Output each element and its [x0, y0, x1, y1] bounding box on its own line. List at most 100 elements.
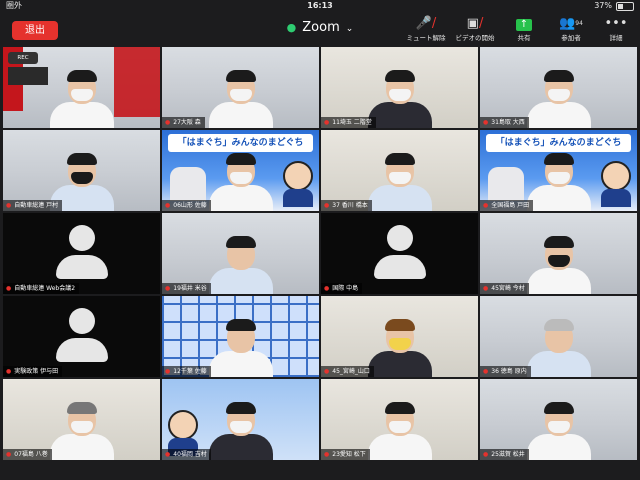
mic-muted-icon: ●: [165, 285, 171, 292]
participant-name: 19福井 米谷: [173, 285, 207, 292]
mic-off-icon: 🎤/: [415, 16, 437, 31]
video-tile[interactable]: ● 27大阪 森: [162, 47, 319, 128]
video-tile[interactable]: ● 25滋賀 松井: [480, 379, 637, 460]
mic-muted-icon: ●: [6, 285, 12, 292]
unmute-button[interactable]: 🎤/ ミュート解除: [400, 16, 452, 42]
unmute-label: ミュート解除: [406, 34, 446, 42]
more-label: 詳細: [609, 34, 623, 42]
start-video-button[interactable]: ▣/ ビデオの開始: [449, 16, 501, 42]
participant-name-tag: ● 実験政策 伊与田: [3, 366, 63, 377]
participant-name: 25滋賀 松井: [491, 451, 525, 458]
building-illustration: [170, 167, 206, 201]
participant-video: [208, 70, 273, 128]
participant-name-tag: ● 自動車総連 Web会議2: [3, 283, 80, 294]
video-off-icon: ▣/: [466, 16, 484, 31]
participant-name-tag: ● 37 香川 橋本: [321, 200, 372, 211]
participant-name: 31島取 大西: [491, 119, 525, 126]
participant-name: 11埼玉 二階堂: [332, 119, 372, 126]
video-tile[interactable]: ● 37 香川 橋本: [321, 130, 478, 211]
participant-name: 07福島 八巻: [14, 451, 48, 458]
video-tile[interactable]: ● 19福井 米谷: [162, 213, 319, 294]
participant-video: [49, 70, 114, 128]
participant-video: [526, 402, 591, 460]
participant-video: [367, 153, 432, 211]
participant-video: [526, 319, 591, 377]
video-tile[interactable]: REC: [3, 47, 160, 128]
video-tile[interactable]: ● 自動車総連 Web会議2: [3, 213, 160, 294]
participant-video: [526, 70, 591, 128]
participant-name: 36 徳島 原内: [491, 368, 527, 375]
share-screen-icon: ↑: [516, 19, 532, 31]
video-tile[interactable]: ● 45_宮崎_山口: [321, 296, 478, 377]
participant-video: [208, 402, 273, 460]
cartoon-character: [283, 161, 313, 207]
mic-muted-icon: ●: [324, 202, 330, 209]
share-button[interactable]: ↑ 共有: [498, 16, 550, 42]
video-tile[interactable]: ● 23愛知 松下: [321, 379, 478, 460]
participant-video: [208, 153, 273, 211]
participant-name: 45_宮崎_山口: [332, 368, 370, 375]
video-tile[interactable]: ● 31島取 大西: [480, 47, 637, 128]
mic-muted-icon: ●: [324, 285, 330, 292]
video-tile[interactable]: ● 40福岡 吉村: [162, 379, 319, 460]
participants-label: 参加者: [561, 34, 581, 42]
mic-muted-icon: ●: [165, 368, 171, 375]
participant-video: [49, 402, 114, 460]
status-bar: 圏外 16:13 37%: [0, 0, 640, 12]
start-video-label: ビデオの開始: [455, 34, 495, 42]
video-tile[interactable]: 「はまぐち」みんなのまどぐち ● 全国福島 戸田: [480, 130, 637, 211]
video-tile[interactable]: ● 45宮崎 今村: [480, 213, 637, 294]
mic-muted-icon: ●: [324, 119, 330, 126]
mic-muted-icon: ●: [6, 202, 12, 209]
participant-name-tag: ● 45_宮崎_山口: [321, 366, 374, 377]
participant-name: 37 香川 橋本: [332, 202, 368, 209]
meeting-top-bar: 退出 ● Zoom ⌄ 🎤/ ミュート解除 ▣/ ビデオの開始 ↑ 共有 👥94 参…: [0, 12, 640, 46]
mic-muted-icon: ●: [6, 368, 12, 375]
mic-muted-icon: ●: [165, 119, 171, 126]
participant-name: 45宮崎 今村: [491, 285, 525, 292]
participant-name: 国際 中島: [332, 285, 359, 292]
participant-name-tag: ● 31島取 大西: [480, 117, 529, 128]
participant-name-tag: ● 23愛知 松下: [321, 449, 370, 460]
mic-muted-icon: ●: [483, 202, 489, 209]
participant-name: 全国福島 戸田: [491, 202, 530, 209]
video-tile[interactable]: ● 36 徳島 原内: [480, 296, 637, 377]
status-right: 37%: [594, 0, 634, 12]
shield-icon: ●: [286, 21, 297, 34]
mic-muted-icon: ●: [6, 451, 12, 458]
mic-muted-icon: ●: [483, 368, 489, 375]
battery-icon: [616, 1, 634, 11]
video-tile[interactable]: ● 実験政策 伊与田: [3, 296, 160, 377]
video-tile[interactable]: ● 07福島 八巻: [3, 379, 160, 460]
recording-label: REC: [17, 55, 29, 61]
share-label: 共有: [517, 34, 531, 42]
participant-video: [367, 402, 432, 460]
default-avatar-icon: [52, 225, 112, 281]
more-button[interactable]: ••• 詳細: [590, 16, 640, 42]
mic-muted-icon: ●: [483, 451, 489, 458]
participant-name: 自動車総連 Web会議2: [14, 285, 76, 292]
video-tile[interactable]: 「はまぐち」みんなのまどぐち ● 06山形 佐藤: [162, 130, 319, 211]
recording-indicator: [8, 67, 48, 85]
mic-muted-icon: ●: [324, 368, 330, 375]
video-tile[interactable]: ● 自動車総連 戸村: [3, 130, 160, 211]
video-tile[interactable]: ● 国際 中島: [321, 213, 478, 294]
participant-name: 12千葉 佐藤: [173, 368, 207, 375]
participant-name-tag: ● 19福井 米谷: [162, 283, 211, 294]
mic-muted-icon: ●: [324, 451, 330, 458]
recording-badge: REC: [8, 52, 38, 64]
participant-name: 23愛知 松下: [332, 451, 366, 458]
video-gallery: REC ● 27大阪 森 ● 11埼玉 二階堂 ● 31島取 大西 ● 自動車総連 戸村…: [3, 47, 637, 463]
mic-muted-icon: ●: [165, 202, 171, 209]
default-avatar-icon: [52, 308, 112, 364]
mic-muted-icon: ●: [483, 285, 489, 292]
participant-video: [367, 319, 432, 377]
video-tile[interactable]: ● 12千葉 佐藤: [162, 296, 319, 377]
poster-banner: 「はまぐち」みんなのまどぐち: [168, 134, 313, 152]
participants-count: 94: [575, 20, 583, 27]
battery-percent: 37%: [594, 1, 612, 10]
video-tile[interactable]: ● 11埼玉 二階堂: [321, 47, 478, 128]
participant-video: [526, 153, 591, 211]
participant-name-tag: ● 国際 中島: [321, 283, 363, 294]
participant-name-tag: ● 07福島 八巻: [3, 449, 52, 460]
